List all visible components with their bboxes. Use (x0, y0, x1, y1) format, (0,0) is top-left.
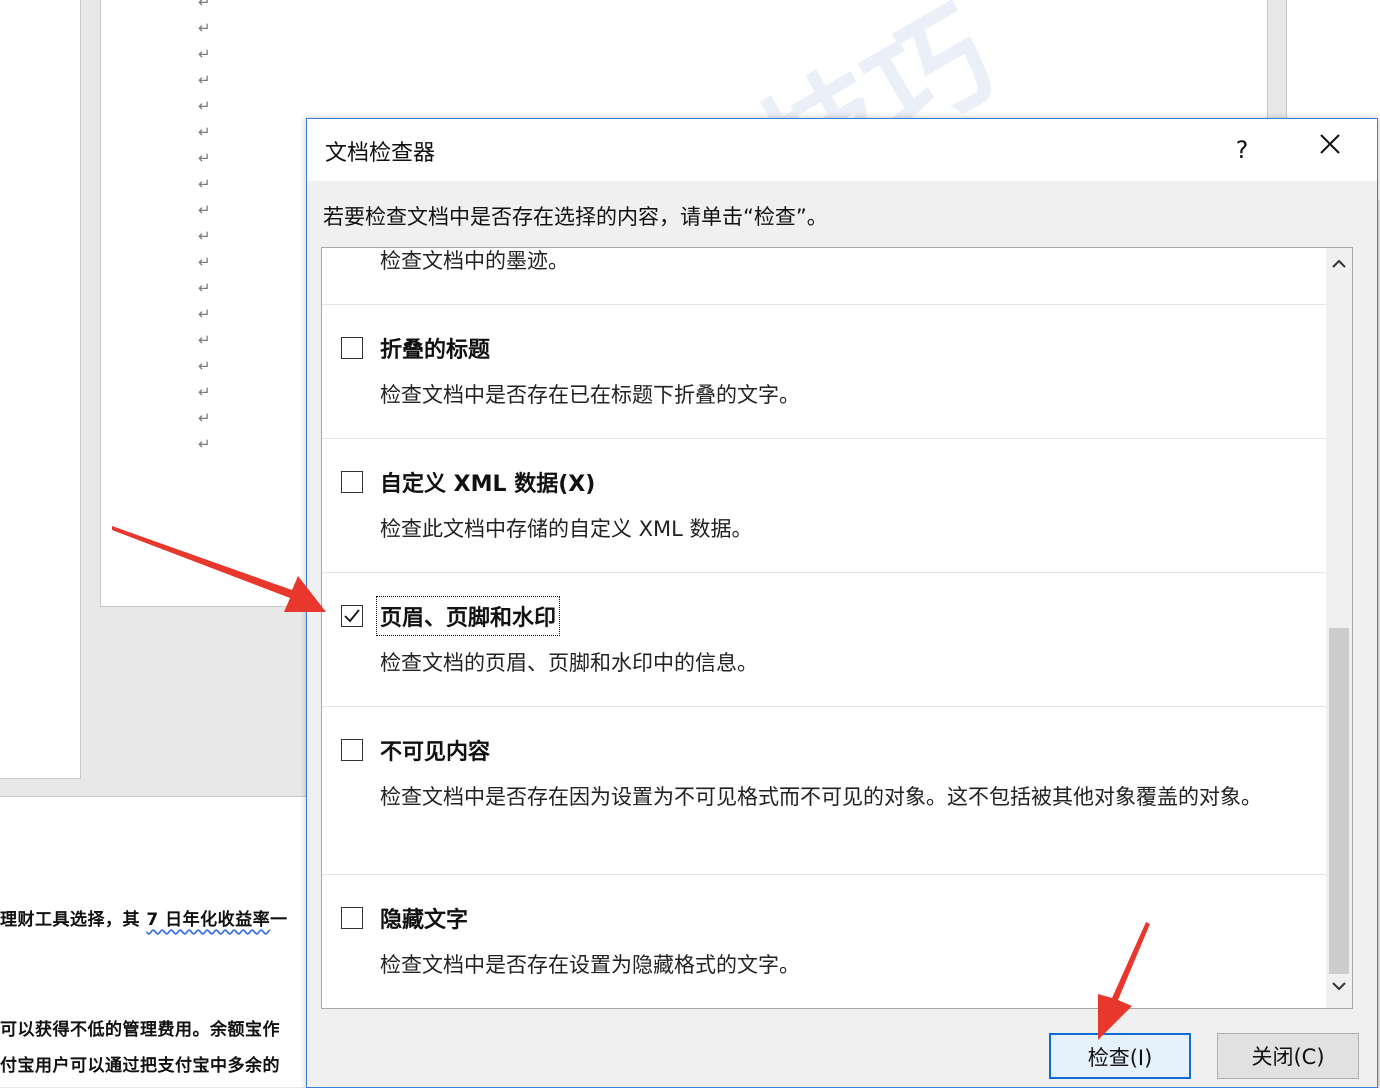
paragraph-mark: ↵ (198, 331, 211, 349)
paragraph-mark: ↵ (198, 383, 211, 401)
inspect-button[interactable]: 检查(I) (1049, 1033, 1191, 1079)
document-page-lower[interactable]: 理财工具选择，其 7 日年化收益率一 可以获得不低的管理费用。余额宝作 付宝用户… (0, 796, 306, 1087)
headers-footers-checkbox[interactable] (341, 605, 363, 627)
item-description: 检查文档的页眉、页脚和水印中的信息。 (380, 651, 758, 675)
instruction-text: 若要检查文档中是否存在选择的内容，请单击“检查”。 (323, 205, 828, 229)
paragraph-mark: ↵ (198, 45, 211, 63)
item-title: 页眉、页脚和水印 (375, 596, 561, 636)
dialog-titlebar[interactable]: 文档检查器 ? (307, 119, 1377, 181)
paragraph-mark: ↵ (198, 0, 211, 11)
hidden-text-checkbox[interactable] (341, 907, 363, 929)
close-icon[interactable] (1307, 127, 1353, 173)
list-item-invisible-content: 不可见内容 检查文档中是否存在因为设置为不可见格式而不可见的对象。这不包括被其他… (322, 706, 1326, 875)
scrollbar-thumb[interactable] (1329, 628, 1349, 974)
spellcheck-underline-text: 7 日年化收益率 (146, 910, 271, 930)
checkmark-icon (344, 609, 360, 623)
list-item-ink: 检查文档中的墨迹。 (322, 248, 1326, 305)
paragraph-mark: ↵ (198, 253, 211, 271)
item-description: 检查文档中是否存在因为设置为不可见格式而不可见的对象。这不包括被其他对象覆盖的对… (380, 785, 1262, 809)
paragraph-mark: ↵ (198, 71, 211, 89)
item-title: 隐藏文字 (380, 908, 469, 933)
chevron-up-icon[interactable] (1326, 256, 1352, 280)
paragraph-mark: ↵ (198, 227, 211, 245)
paragraph-mark: ↵ (198, 201, 211, 219)
collapsed-headings-checkbox[interactable] (341, 337, 363, 359)
document-text-line: 理财工具选择，其 7 日年化收益率一 (0, 905, 288, 930)
paragraph-mark: ↵ (198, 409, 211, 427)
invisible-content-checkbox[interactable] (341, 739, 363, 761)
item-description: 检查此文档中存储的自定义 XML 数据。 (380, 517, 753, 541)
vertical-scrollbar[interactable] (1326, 248, 1352, 1008)
text-segment: 一 (270, 910, 288, 930)
paragraph-mark: ↵ (198, 279, 211, 297)
document-text-line: 可以获得不低的管理费用。余额宝作 (0, 1015, 280, 1040)
inspection-options-list[interactable]: 检查文档中的墨迹。 折叠的标题 检查文档中是否存在已在标题下折叠的文字。 自定义… (321, 247, 1353, 1009)
item-description: 检查文档中是否存在设置为隐藏格式的文字。 (380, 953, 800, 977)
text-segment: 理财工具选择，其 (0, 910, 147, 930)
paragraph-mark: ↵ (198, 97, 211, 115)
dialog-title: 文档检查器 (325, 141, 436, 166)
paragraph-mark: ↵ (198, 19, 211, 37)
document-page-left (0, 0, 81, 779)
list-item-hidden-text: 隐藏文字 检查文档中是否存在设置为隐藏格式的文字。 (322, 874, 1326, 1008)
paragraph-mark: ↵ (198, 123, 211, 141)
item-title: 折叠的标题 (380, 338, 491, 363)
document-text-line: 付宝用户可以通过把支付宝中多余的 (0, 1051, 280, 1076)
close-button[interactable]: 关闭(C) (1217, 1033, 1359, 1079)
list-item-custom-xml: 自定义 XML 数据(X) 检查此文档中存储的自定义 XML 数据。 (322, 438, 1326, 573)
list-item-collapsed-headings: 折叠的标题 检查文档中是否存在已在标题下折叠的文字。 (322, 304, 1326, 439)
help-button[interactable]: ? (1219, 127, 1265, 173)
item-description: 检查文档中是否存在已在标题下折叠的文字。 (380, 383, 800, 407)
custom-xml-checkbox[interactable] (341, 471, 363, 493)
document-inspector-dialog: 文档检查器 ? 若要检查文档中是否存在选择的内容，请单击“检查”。 检查文档中的… (306, 118, 1378, 1088)
paragraph-mark: ↵ (198, 435, 211, 453)
paragraph-mark: ↵ (198, 149, 211, 167)
text-segment: 可以获得不低的管理费用。余额宝作 (0, 1020, 280, 1040)
paragraph-mark: ↵ (198, 357, 211, 375)
list-item-headers-footers: 页眉、页脚和水印 检查文档的页眉、页脚和水印中的信息。 (322, 572, 1326, 707)
text-segment: 付宝用户可以通过把支付宝中多余的 (0, 1056, 280, 1076)
item-title: 不可见内容 (380, 740, 491, 765)
item-description: 检查文档中的墨迹。 (380, 249, 569, 273)
item-title: 自定义 XML 数据(X) (380, 472, 596, 497)
paragraph-mark: ↵ (198, 175, 211, 193)
paragraph-mark: ↵ (198, 305, 211, 323)
chevron-down-icon[interactable] (1326, 978, 1352, 1002)
